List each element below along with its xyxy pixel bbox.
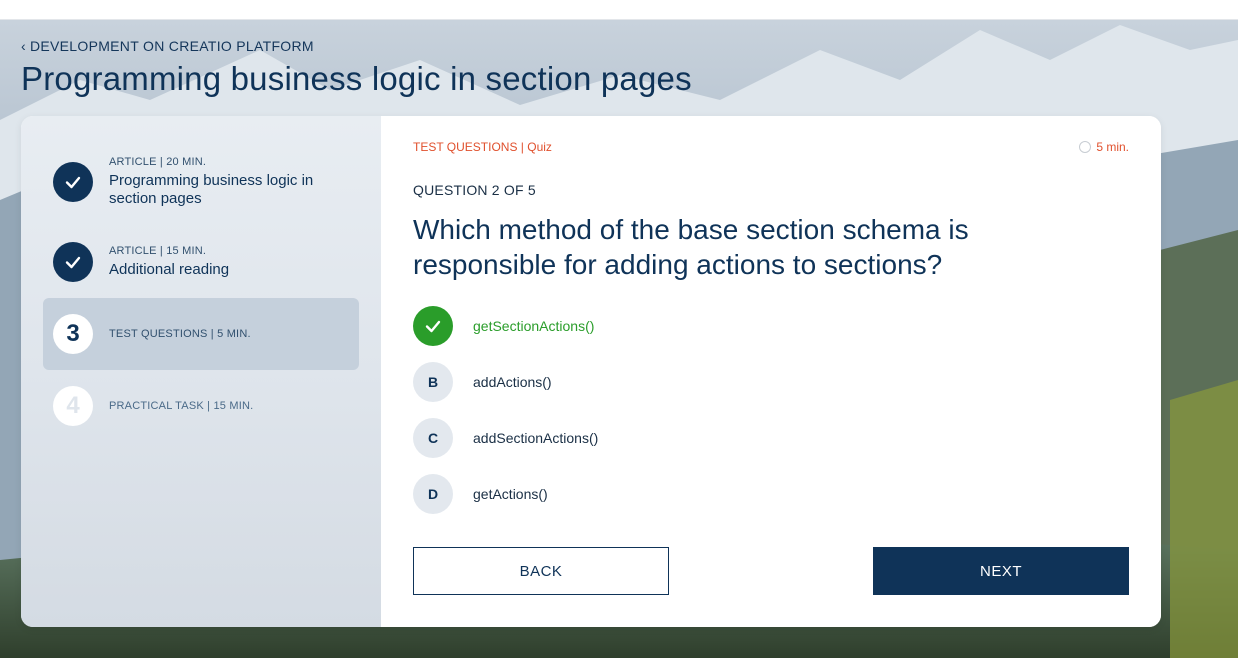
step-2[interactable]: ARTICLE | 15 MIN. Additional reading xyxy=(43,242,359,282)
answer-option-c[interactable]: C addSectionActions() xyxy=(413,418,598,458)
answer-option-a[interactable]: getSectionActions() xyxy=(413,306,598,346)
step-meta: PRACTICAL TASK | 15 MIN. xyxy=(109,400,254,412)
page-title: Programming business logic in section pa… xyxy=(21,60,692,97)
answer-letter: B xyxy=(413,362,453,402)
step-name: Programming business logic in section pa… xyxy=(109,172,314,207)
answer-option-b[interactable]: B addActions() xyxy=(413,362,598,402)
steps-sidebar: ARTICLE | 20 MIN. Programming business l… xyxy=(21,116,381,627)
lesson-card: ARTICLE | 20 MIN. Programming business l… xyxy=(21,116,1161,627)
step-meta: TEST QUESTIONS | 5 MIN. xyxy=(109,328,251,340)
next-button[interactable]: NEXT xyxy=(873,547,1129,595)
answer-text: addActions() xyxy=(473,374,552,390)
question-counter: QUESTION 2 OF 5 xyxy=(413,182,536,198)
step-3[interactable]: 3 TEST QUESTIONS | 5 MIN. xyxy=(43,298,359,370)
check-icon xyxy=(413,306,453,346)
timer-label: 5 min. xyxy=(1096,140,1129,154)
step-number: 4 xyxy=(53,386,93,426)
answer-text: addSectionActions() xyxy=(473,430,599,446)
top-header-strip xyxy=(0,0,1238,20)
breadcrumb[interactable]: ‹ DEVELOPMENT ON CREATIO PLATFORM xyxy=(21,38,314,54)
timer: 5 min. xyxy=(1079,140,1129,154)
step-meta: ARTICLE | 20 MIN. xyxy=(109,156,207,168)
quiz-tag: TEST QUESTIONS | Quiz xyxy=(413,140,552,154)
answer-text: getActions() xyxy=(473,486,548,502)
clock-icon xyxy=(1079,141,1092,153)
question-text: Which method of the base section schema … xyxy=(413,214,969,280)
chevron-left-icon: ‹ xyxy=(21,38,26,54)
check-icon xyxy=(53,242,93,282)
answer-letter: C xyxy=(413,418,453,458)
check-icon xyxy=(53,162,93,202)
step-1[interactable]: ARTICLE | 20 MIN. Programming business l… xyxy=(43,156,359,208)
answer-letter: D xyxy=(413,474,453,514)
step-number: 3 xyxy=(53,314,93,354)
step-meta: ARTICLE | 15 MIN. xyxy=(109,245,207,257)
answer-option-d[interactable]: D getActions() xyxy=(413,474,598,514)
answer-text: getSectionActions() xyxy=(473,318,595,334)
breadcrumb-label: DEVELOPMENT ON CREATIO PLATFORM xyxy=(29,38,314,54)
step-4[interactable]: 4 PRACTICAL TASK | 15 MIN. xyxy=(43,386,359,426)
quiz-content: TEST QUESTIONS | Quiz 5 min. QUESTION 2 … xyxy=(381,116,1161,627)
back-button[interactable]: BACK xyxy=(413,547,669,595)
step-name: Additional reading xyxy=(109,261,230,278)
answer-options: getSectionActions() B addActions() C add… xyxy=(413,306,598,530)
